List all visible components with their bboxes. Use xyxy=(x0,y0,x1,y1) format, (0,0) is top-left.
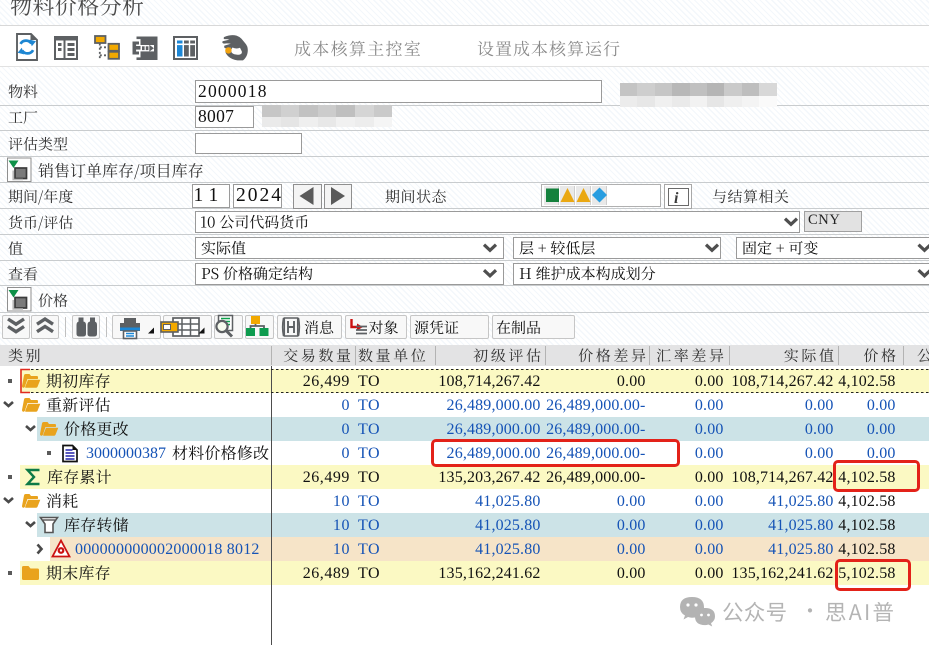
svg-text:i: i xyxy=(674,190,679,207)
